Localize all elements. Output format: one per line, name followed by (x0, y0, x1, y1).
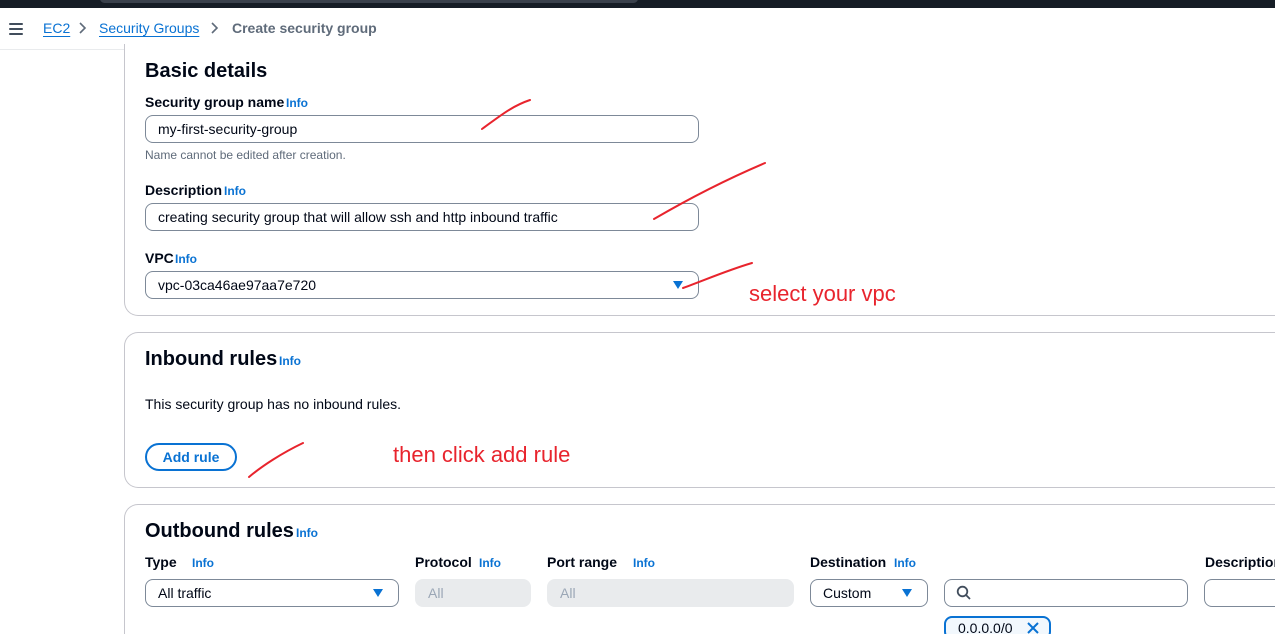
search-icon (956, 585, 971, 600)
outbound-rules-title: Outbound rules (145, 520, 294, 542)
breadcrumb-ec2[interactable]: EC2 (43, 20, 70, 36)
security-group-name-label: Security group name (145, 94, 285, 110)
security-group-name-info-link[interactable]: Info (286, 96, 308, 110)
destination-search-input[interactable] (944, 579, 1188, 607)
browser-url-bar[interactable] (100, 0, 638, 3)
type-select[interactable]: All traffic (145, 579, 399, 607)
add-rule-button[interactable]: Add rule (145, 443, 237, 471)
destination-info-link[interactable]: Info (894, 556, 916, 570)
vpc-label: VPC (145, 250, 174, 266)
description-info-link[interactable]: Info (224, 184, 246, 198)
chevron-right-icon (79, 22, 87, 34)
close-icon[interactable] (1026, 621, 1040, 634)
add-rule-annotation-text: then click add rule (393, 442, 571, 467)
security-group-name-hint: Name cannot be edited after creation. (145, 148, 346, 162)
column-destination-label: Destination (810, 554, 887, 570)
type-info-link[interactable]: Info (192, 556, 214, 570)
security-group-name-input[interactable]: my-first-security-group (145, 115, 699, 143)
vpc-annotation-text: select your vpc (749, 281, 896, 306)
outbound-rules-info-link[interactable]: Info (296, 526, 318, 540)
description-input[interactable] (1204, 579, 1275, 607)
dropdown-caret-icon (673, 281, 683, 289)
column-description-label: Description (1205, 554, 1275, 570)
breadcrumb-security-groups[interactable]: Security Groups (99, 20, 199, 36)
basic-details-title: Basic details (145, 60, 268, 82)
menu-icon[interactable] (9, 23, 23, 35)
inbound-rules-title: Inbound rules (145, 348, 278, 370)
column-protocol-label: Protocol (415, 554, 472, 570)
vpc-info-link[interactable]: Info (175, 252, 197, 266)
dropdown-caret-icon (373, 589, 383, 597)
description-input[interactable]: creating security group that will allow … (145, 203, 699, 231)
port-range-input: All (547, 579, 794, 607)
protocol-info-link[interactable]: Info (479, 556, 501, 570)
port-range-info-link[interactable]: Info (633, 556, 655, 570)
browser-top-strip (0, 0, 1275, 8)
inbound-rules-empty-text: This security group has no inbound rules… (145, 396, 402, 412)
column-port-range-label: Port range (547, 554, 618, 570)
description-label: Description (145, 182, 223, 198)
vpc-select[interactable]: vpc-03ca46ae97aa7e720 (145, 271, 699, 299)
dropdown-caret-icon (902, 589, 912, 597)
cidr-token-label: 0.0.0.0/0 (958, 620, 1013, 634)
chevron-right-icon (211, 22, 219, 34)
column-type-label: Type (145, 554, 177, 570)
inbound-rules-info-link[interactable]: Info (279, 354, 301, 368)
protocol-input: All (415, 579, 531, 607)
breadcrumb-current: Create security group (232, 20, 377, 36)
outbound-rules-panel (124, 504, 1275, 634)
